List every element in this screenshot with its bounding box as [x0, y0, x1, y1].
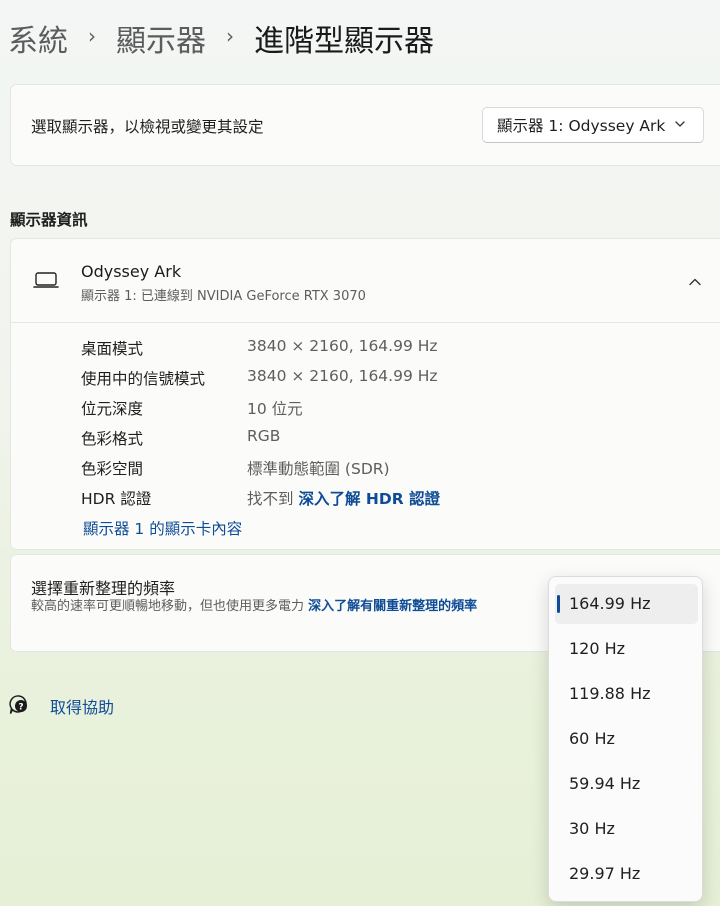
- refresh-rate-flyout: 164.99 Hz 120 Hz 119.88 Hz 60 Hz 59.94 H…: [548, 576, 703, 902]
- refresh-option-119-88[interactable]: 119.88 Hz: [555, 674, 698, 714]
- refresh-option-164-99[interactable]: 164.99 Hz: [555, 584, 698, 624]
- display-select-dropdown[interactable]: 顯示器 1: Odyssey Ark: [482, 107, 704, 143]
- refresh-option-label: 119.88 Hz: [569, 684, 651, 703]
- breadcrumb: 系統 › 顯示器 › 進階型顯示器: [8, 14, 434, 62]
- select-display-card: 選取顯示器，以檢視或變更其設定 顯示器 1: Odyssey Ark: [10, 84, 720, 166]
- refresh-option-label: 29.97 Hz: [569, 864, 641, 883]
- selection-indicator: [557, 595, 560, 613]
- color-format-label: 色彩格式: [81, 430, 144, 448]
- chevron-up-icon[interactable]: [687, 274, 703, 290]
- refresh-option-120[interactable]: 120 Hz: [555, 629, 698, 669]
- breadcrumb-system[interactable]: 系統: [8, 16, 68, 60]
- monitor-connection: 顯示器 1: 已連線到 NVIDIA GeForce RTX 3070: [81, 289, 366, 304]
- refresh-option-label: 59.94 Hz: [569, 774, 641, 793]
- refresh-rate-description: 較高的速率可更順暢地移動，但也使用更多電力 深入了解有關重新整理的頻率: [31, 598, 531, 616]
- refresh-rate-description-text: 較高的速率可更順暢地移動，但也使用更多電力: [31, 599, 305, 614]
- color-space-label: 色彩空間: [81, 460, 144, 478]
- get-help-link[interactable]: 取得協助: [50, 694, 114, 718]
- breadcrumb-separator: ›: [88, 24, 96, 48]
- refresh-option-label: 164.99 Hz: [569, 594, 651, 613]
- svg-text:?: ?: [18, 703, 23, 713]
- bit-depth-label: 位元深度: [81, 400, 144, 418]
- refresh-option-59-94[interactable]: 59.94 Hz: [555, 764, 698, 804]
- hdr-certification-label: HDR 認證: [81, 490, 152, 508]
- breadcrumb-separator: ›: [226, 24, 234, 48]
- refresh-option-60[interactable]: 60 Hz: [555, 719, 698, 759]
- chevron-down-icon: [675, 121, 685, 127]
- color-format-value: RGB: [247, 427, 281, 445]
- breadcrumb-display[interactable]: 顯示器: [116, 16, 206, 60]
- refresh-option-29-97[interactable]: 29.97 Hz: [555, 854, 698, 894]
- desktop-mode-value: 3840 × 2160, 164.99 Hz: [247, 337, 438, 355]
- display-info-card: Odyssey Ark 顯示器 1: 已連線到 NVIDIA GeForce R…: [10, 238, 720, 550]
- active-signal-mode-label: 使用中的信號模式: [81, 370, 206, 388]
- display-select-value: 顯示器 1: Odyssey Ark: [497, 117, 666, 135]
- bit-depth-value: 10 位元: [247, 400, 303, 418]
- color-space-value: 標準動態範圍 (SDR): [247, 460, 390, 478]
- display-info-header[interactable]: Odyssey Ark 顯示器 1: 已連線到 NVIDIA GeForce R…: [11, 239, 720, 323]
- laptop-icon: [33, 272, 59, 288]
- adapter-properties-link[interactable]: 顯示器 1 的顯示卡內容: [83, 517, 242, 539]
- hdr-not-found-text: 找不到: [247, 490, 294, 508]
- hdr-certification-value: 找不到 深入了解 HDR 認證: [247, 487, 440, 509]
- active-signal-mode-value: 3840 × 2160, 164.99 Hz: [247, 367, 438, 385]
- refresh-option-label: 60 Hz: [569, 729, 615, 748]
- get-help[interactable]: ? 取得協助: [8, 692, 114, 718]
- refresh-option-label: 30 Hz: [569, 819, 615, 838]
- refresh-rate-title: 選擇重新整理的頻率: [31, 579, 176, 598]
- desktop-mode-label: 桌面模式: [81, 340, 144, 358]
- refresh-option-label: 120 Hz: [569, 639, 626, 658]
- monitor-name: Odyssey Ark: [81, 262, 182, 281]
- refresh-option-30[interactable]: 30 Hz: [555, 809, 698, 849]
- select-display-label: 選取顯示器，以檢視或變更其設定: [31, 118, 264, 136]
- display-info-heading: 顯示器資訊: [10, 211, 88, 229]
- refresh-rate-learn-more-link[interactable]: 深入了解有關重新整理的頻率: [308, 599, 477, 614]
- page-title: 進階型顯示器: [254, 24, 434, 59]
- hdr-learn-more-link[interactable]: 深入了解 HDR 認證: [298, 490, 440, 508]
- help-chat-icon: ?: [9, 695, 27, 714]
